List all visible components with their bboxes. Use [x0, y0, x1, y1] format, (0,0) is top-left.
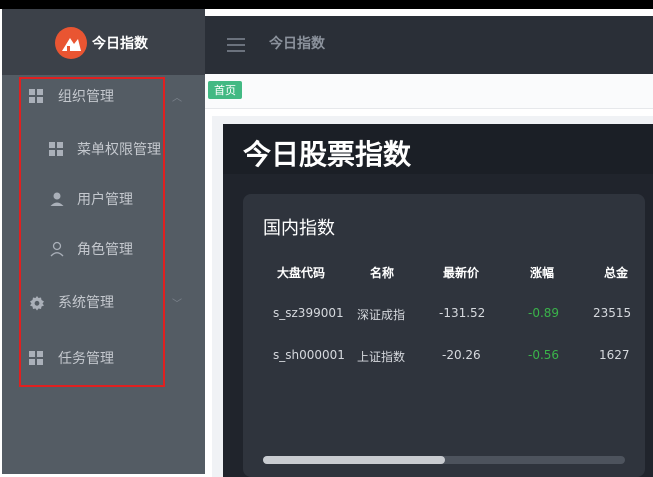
column-header-name: 名称 — [370, 266, 395, 280]
cell-price: -131.52 — [439, 306, 486, 320]
highlight-box — [19, 77, 165, 387]
cell-total: 23515 — [593, 306, 632, 320]
scrollbar-thumb[interactable] — [263, 456, 445, 464]
logo-icon — [55, 27, 87, 59]
logo-area[interactable]: 今日指数 — [2, 9, 205, 75]
column-header-price: 最新价 — [443, 266, 480, 280]
header-title: 今日指数 — [269, 36, 325, 52]
cell-code: s_sh000001 — [273, 348, 345, 362]
cell-total: 1627 — [599, 348, 630, 362]
chevron-down-icon: ﹀ — [172, 299, 182, 310]
cell-change: -0.56 — [528, 348, 560, 362]
tabs-bar: 首页 — [205, 74, 653, 109]
logo-text: 今日指数 — [92, 36, 148, 52]
index-panel: 国内指数 大盘代码 名称 最新价 涨幅 总金 s_sz399001 深证成指 -… — [243, 194, 645, 477]
menu-toggle-icon[interactable] — [227, 38, 245, 56]
tab-home[interactable]: 首页 — [208, 81, 242, 99]
page-title: 今日股票指数 — [243, 138, 412, 171]
cell-code: s_sz399001 — [273, 306, 344, 320]
top-header: 今日指数 — [205, 16, 653, 74]
column-header-total: 总金 — [604, 266, 629, 280]
dashboard: 今日股票指数 国内指数 大盘代码 名称 最新价 涨幅 总金 s_sz399001… — [223, 124, 653, 477]
cell-price: -20.26 — [442, 348, 481, 362]
horizontal-scrollbar[interactable] — [263, 456, 625, 464]
panel-title: 国内指数 — [263, 218, 335, 239]
cell-name: 深证成指 — [357, 308, 406, 322]
sidebar: 今日指数 组织管理 ︿ 菜单权限管理 用户管理 角色管理 系统管理 ﹀ 任务管理 — [2, 9, 205, 474]
column-header-code: 大盘代码 — [277, 266, 326, 280]
window-top-bar — [0, 0, 653, 9]
cell-change: -0.89 — [528, 306, 560, 320]
chevron-up-icon: ︿ — [172, 93, 182, 104]
cell-name: 上证指数 — [357, 350, 406, 364]
dashboard-header: 今日股票指数 — [223, 124, 653, 174]
column-header-change: 涨幅 — [530, 266, 555, 280]
